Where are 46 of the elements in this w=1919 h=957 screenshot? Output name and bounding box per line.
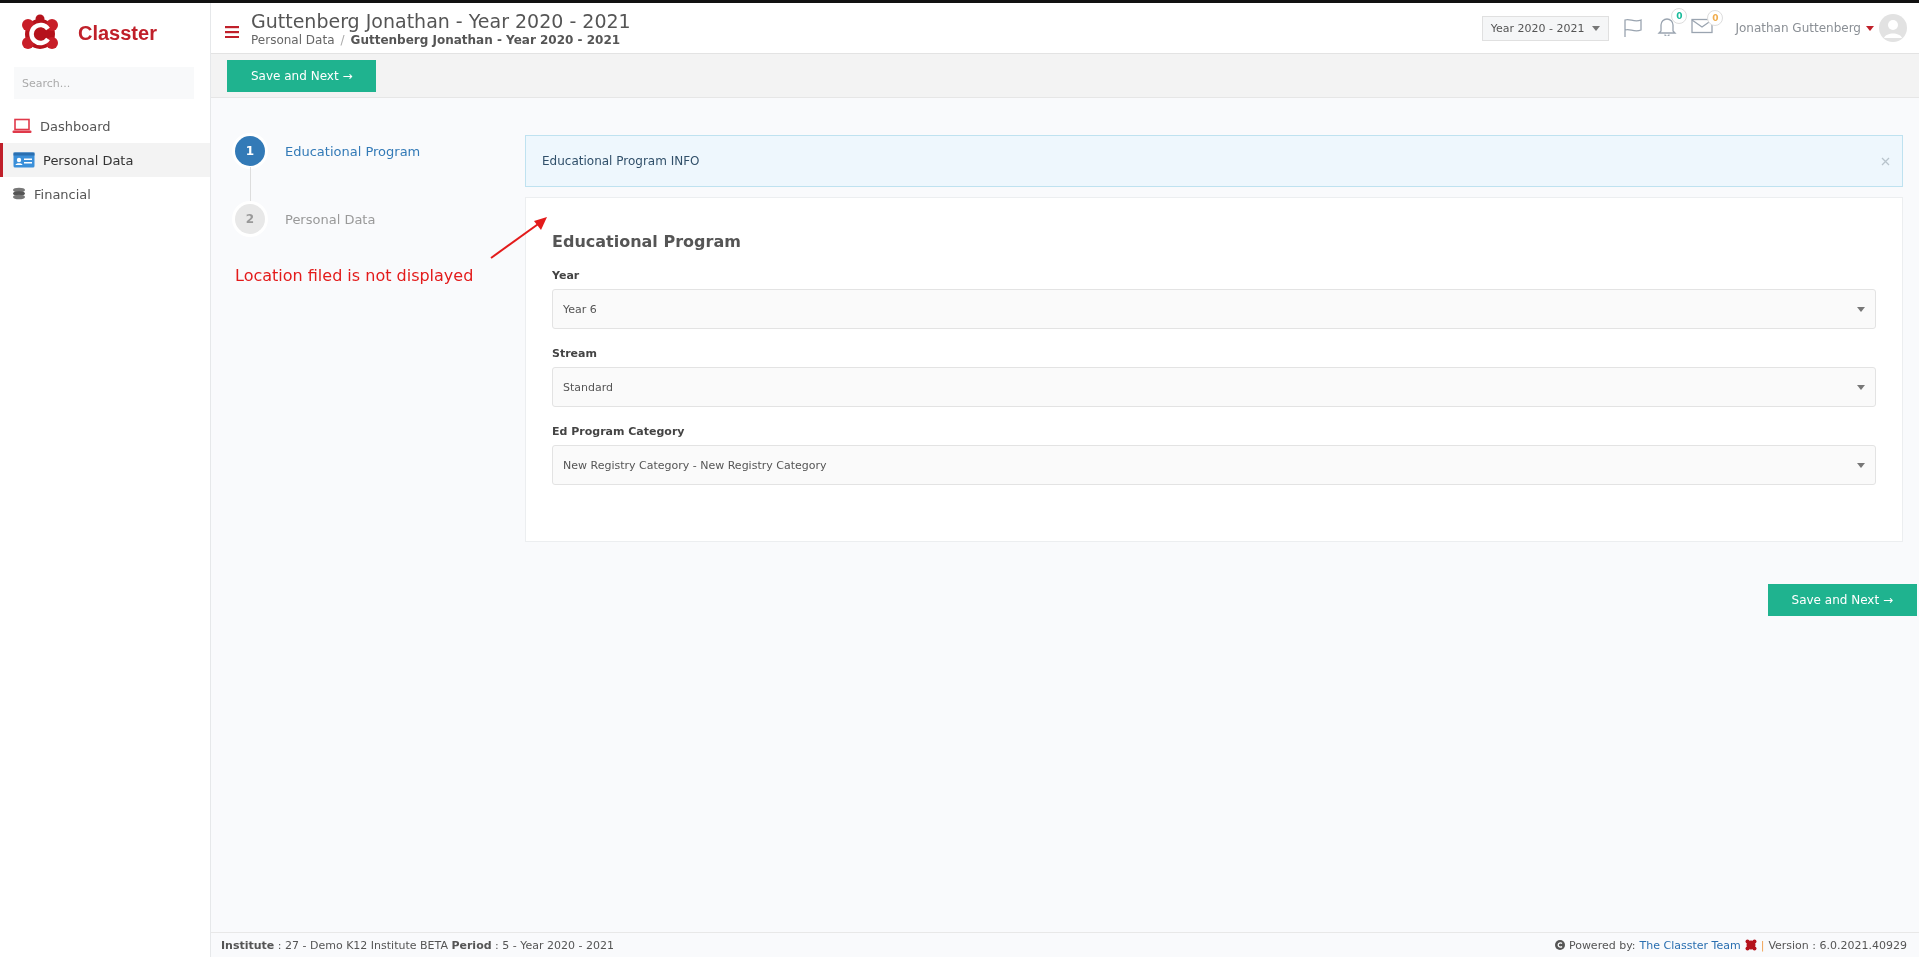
section-title: Educational Program: [552, 232, 742, 251]
close-icon[interactable]: [1881, 156, 1890, 166]
sidebar-item[interactable]: Personal Data: [0, 143, 210, 177]
step-label[interactable]: Educational Program: [285, 143, 421, 159]
page-title: Guttenberg Jonathan - Year 2020 - 2021: [251, 9, 631, 33]
caret-icon: [1866, 25, 1874, 31]
annotation-text: Location filed is not displayed: [235, 266, 474, 285]
field-label: Ed Program Category: [552, 425, 686, 438]
info-text: Educational Program INFO: [542, 154, 701, 168]
menu-icon[interactable]: [225, 26, 239, 38]
powered-by-text: Powered by:: [1568, 938, 1636, 952]
sidebar-item[interactable]: Dashboard: [0, 109, 210, 143]
brand-name: Classter: [78, 21, 157, 45]
step-number: 1: [235, 136, 265, 166]
caret-icon: [1857, 306, 1865, 312]
field-label: Stream: [552, 347, 598, 360]
step-number: 2: [235, 204, 265, 234]
count-badge: 0: [1671, 8, 1688, 24]
sidebar-item[interactable]: Financial: [0, 177, 210, 211]
search-field[interactable]: Search...: [14, 67, 194, 99]
coins-icon: [12, 187, 26, 201]
laptop-icon: [12, 118, 32, 134]
footer-info: Institute : 27 - Demo K12 Institute BETA Period : 5 - Year 2020 - 2021: [221, 938, 614, 952]
breadcrumb-link[interactable]: Personal Data: [251, 33, 335, 47]
year-dropdown[interactable]: Year 2020 - 2021: [1481, 15, 1610, 41]
id-card-icon: [13, 152, 35, 168]
separator-text: |: [1760, 938, 1765, 952]
flag-icon[interactable]: [1623, 18, 1644, 38]
envelope-icon[interactable]: [1691, 18, 1714, 34]
select-field[interactable]: New Registry Category - New Registry Category: [552, 445, 1876, 485]
breadcrumb-current: Guttenberg Jonathan - Year 2020 - 2021: [350, 33, 621, 47]
bell-icon[interactable]: [1657, 16, 1678, 36]
arrow-drawing: [489, 214, 549, 260]
caret-icon: [1592, 25, 1601, 31]
count-badge: 0: [1707, 10, 1724, 26]
logo-icon: [1744, 939, 1757, 951]
select-field[interactable]: Standard: [552, 367, 1876, 407]
avatar-icon: [1879, 14, 1907, 42]
copyright-icon: [1554, 940, 1565, 950]
select-field[interactable]: Year 6: [552, 289, 1876, 329]
breadcrumb-separator: /: [340, 33, 345, 47]
field-label: Year: [552, 269, 581, 282]
team-link[interactable]: The Classter Team: [1639, 938, 1741, 952]
caret-icon: [1857, 384, 1865, 390]
version-text: Version : 6.0.2021.40929: [1768, 938, 1907, 952]
caret-icon: [1857, 462, 1865, 468]
